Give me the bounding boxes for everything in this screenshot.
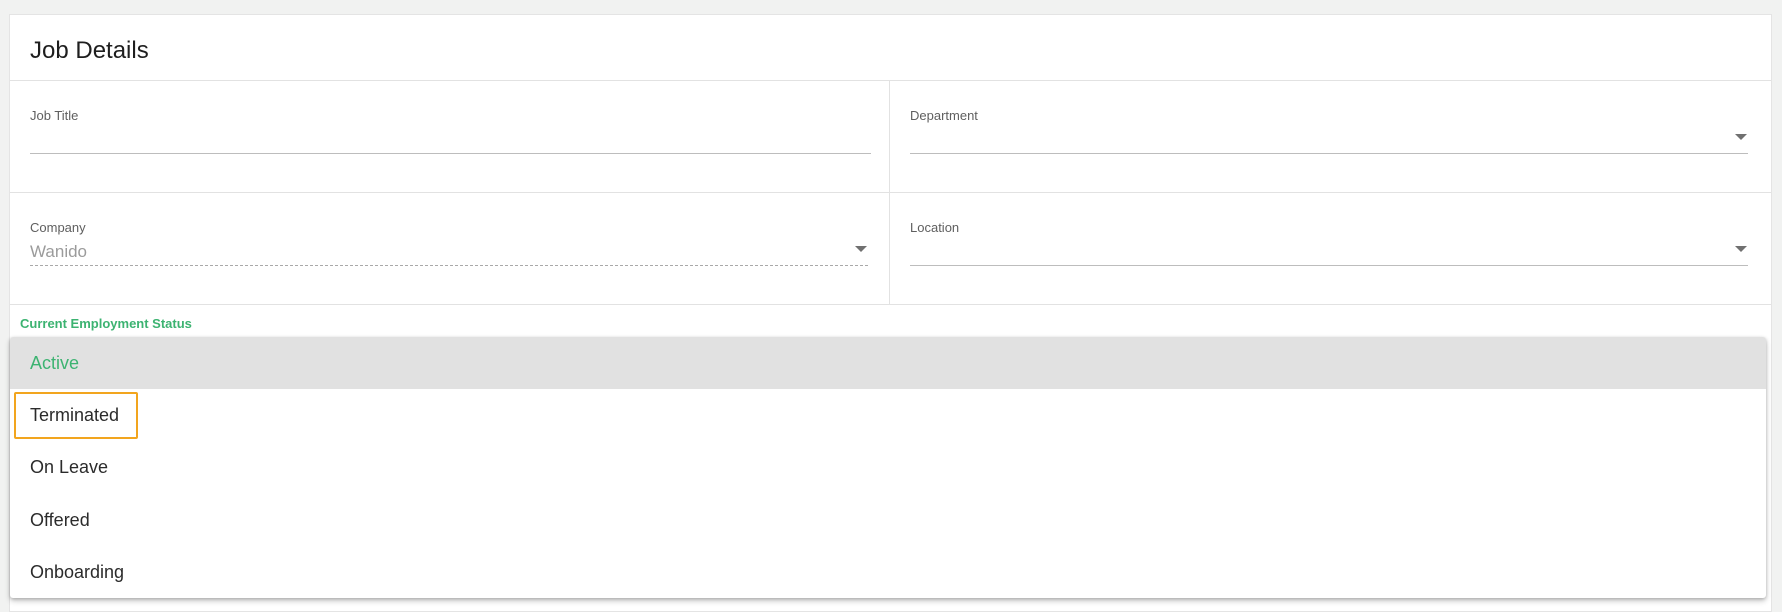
department-select[interactable]: Department [910,108,1748,160]
divider [10,304,1771,305]
menu-option-label: Onboarding [30,562,125,583]
chevron-down-icon[interactable] [1734,242,1748,256]
location-select[interactable]: Location [910,220,1748,272]
company-underline [30,265,868,266]
chevron-down-icon[interactable] [1734,130,1748,144]
company-label: Company [30,220,86,235]
divider [10,80,1771,81]
card-title: Job Details [30,37,149,64]
company-select[interactable]: Company Wanido [30,220,868,272]
employment-status-menu: Active Terminated On Leave Offered Onboa… [10,337,1766,598]
company-value[interactable]: Wanido [30,242,87,262]
department-underline [910,153,1748,154]
menu-option-offered[interactable]: Offered [10,494,1766,546]
job-title-label: Job Title [30,108,79,123]
menu-option-label: Active [30,352,80,373]
location-label: Location [910,220,960,235]
divider [10,192,1771,193]
column-divider [889,81,890,304]
menu-option-on-leave[interactable]: On Leave [10,442,1766,494]
menu-option-label: Terminated [30,405,120,426]
chevron-down-icon[interactable] [854,242,868,256]
job-title-field[interactable]: Job Title [30,108,871,160]
location-underline [910,265,1748,266]
department-label: Department [910,108,978,123]
menu-option-label: On Leave [30,457,109,478]
menu-option-label: Offered [30,509,90,530]
menu-option-active[interactable]: Active [10,337,1766,390]
menu-option-terminated[interactable]: Terminated [10,389,1766,441]
employment-status-label: Current Employment Status [20,316,192,331]
job-title-underline [30,153,871,154]
menu-option-onboarding[interactable]: Onboarding [10,547,1766,598]
